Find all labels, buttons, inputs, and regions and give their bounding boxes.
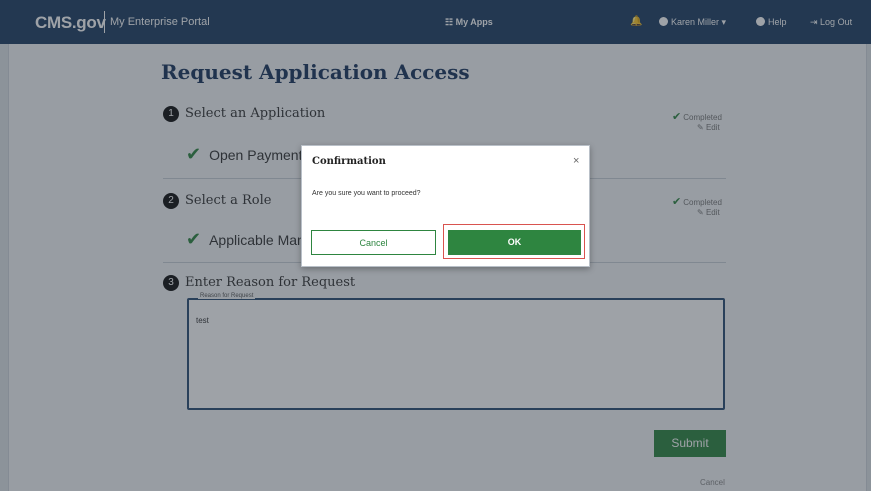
dialog-message: Are you sure you want to proceed? xyxy=(312,190,421,197)
dialog-ok-button[interactable]: OK xyxy=(448,230,581,255)
confirmation-dialog: Confirmation × Are you sure you want to … xyxy=(301,145,590,267)
dialog-title: Confirmation xyxy=(312,156,386,167)
close-icon[interactable]: × xyxy=(573,155,579,167)
dialog-cancel-button[interactable]: Cancel xyxy=(311,230,436,255)
